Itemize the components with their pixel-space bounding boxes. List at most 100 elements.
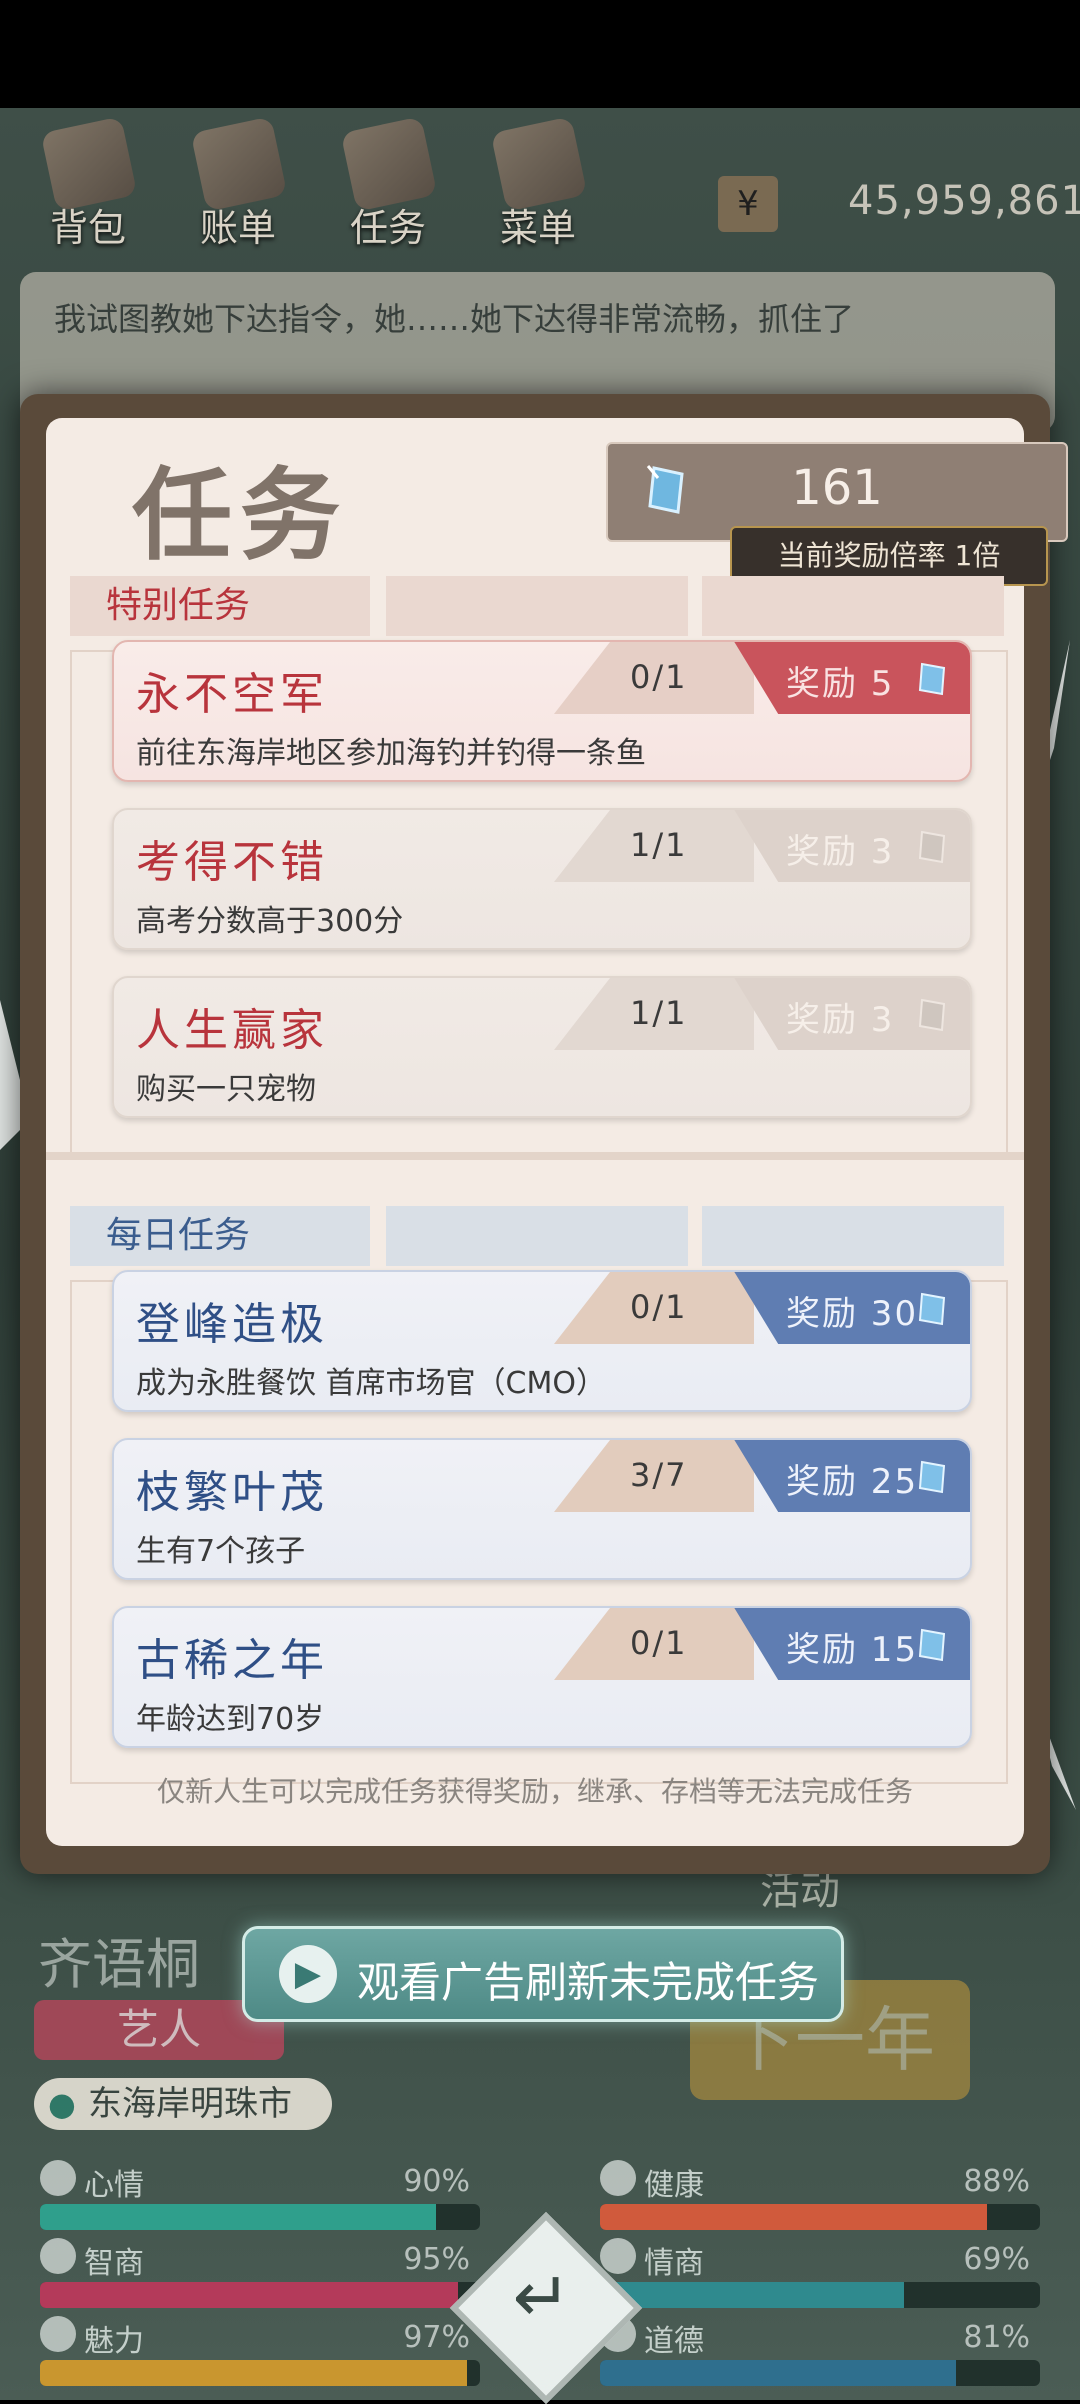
task-reward-text: 奖励 30 bbox=[786, 1294, 919, 1334]
task-progress-text: 0/1 bbox=[630, 1288, 688, 1326]
task-reward-text: 奖励 3 bbox=[786, 1000, 895, 1040]
stat-bar bbox=[600, 2360, 1040, 2386]
play-refresh-icon: ▶ bbox=[279, 1945, 337, 2003]
task-card-daily-2[interactable]: 枝繁叶茂 生有7个孩子 3/7 奖励 25 bbox=[112, 1438, 972, 1580]
stat-fill bbox=[40, 2282, 458, 2308]
task-name: 枝繁叶茂 bbox=[136, 1467, 328, 1518]
daily-tasks-header: 每日任务 bbox=[70, 1206, 1004, 1266]
stat-morality: 道德 81% bbox=[600, 2316, 1040, 2386]
task-desc: 成为永胜餐饮 首席市场官（CMO） bbox=[136, 1366, 606, 1401]
nav-backpack-button[interactable]: 背包 bbox=[28, 116, 148, 258]
task-desc: 生有7个孩子 bbox=[136, 1534, 306, 1569]
task-reward-text: 奖励 5 bbox=[786, 664, 895, 704]
special-tab: 特别任务 bbox=[70, 576, 370, 636]
smile-icon bbox=[40, 2160, 76, 2196]
section-divider bbox=[46, 1152, 1024, 1160]
diamond-icon bbox=[918, 1628, 946, 1662]
stat-percent: 88% bbox=[963, 2164, 1030, 2199]
special-tasks-title: 特别任务 bbox=[106, 585, 251, 626]
location-pin-icon: ● bbox=[48, 2085, 76, 2123]
task-name: 考得不错 bbox=[136, 837, 328, 888]
stat-bar bbox=[600, 2204, 1040, 2230]
task-progress: 1/1 bbox=[554, 978, 754, 1050]
dialog-title: 任务 bbox=[132, 457, 348, 574]
stat-eq: 情商 69% bbox=[600, 2238, 1040, 2308]
task-reward-text: 奖励 3 bbox=[786, 832, 895, 872]
nav-backpack-label: 背包 bbox=[49, 206, 126, 250]
daily-tab: 每日任务 bbox=[70, 1206, 370, 1266]
stat-fill bbox=[600, 2204, 988, 2230]
gem-count: 161 bbox=[791, 460, 883, 516]
stat-percent: 90% bbox=[403, 2164, 470, 2199]
stat-fill bbox=[40, 2360, 467, 2386]
watch-ad-refresh-button[interactable]: ▶ 观看广告刷新未完成任务 bbox=[242, 1926, 844, 2022]
nav-task-button[interactable]: 任务 bbox=[328, 116, 448, 258]
task-card-daily-1[interactable]: 登峰造极 成为永胜餐饮 首席市场官（CMO） 0/1 奖励 30 bbox=[112, 1270, 972, 1412]
task-progress: 1/1 bbox=[554, 810, 754, 882]
stat-bar bbox=[40, 2360, 480, 2386]
story-text: 我试图教她下达指令，她……她下达得非常流畅，抓住了 bbox=[54, 300, 855, 338]
task-note: 仅新人生可以完成任务获得奖励，继承、存档等无法完成任务 bbox=[156, 1775, 913, 1808]
task-name: 登峰造极 bbox=[136, 1299, 328, 1350]
nav-bill-label: 账单 bbox=[199, 206, 276, 250]
stat-name: 道德 bbox=[644, 2324, 704, 2359]
stat-mood: 心情 90% bbox=[40, 2160, 480, 2230]
task-name: 人生赢家 bbox=[136, 1005, 328, 1056]
task-progress: 0/1 bbox=[554, 1272, 754, 1344]
stat-bar bbox=[600, 2282, 1040, 2308]
watch-ad-label: 观看广告刷新未完成任务 bbox=[357, 1958, 820, 2007]
diamond-icon bbox=[918, 662, 946, 696]
task-progress-text: 0/1 bbox=[630, 1624, 688, 1662]
task-desc: 年龄达到70岁 bbox=[136, 1702, 325, 1737]
header-blank-tab bbox=[702, 1206, 1004, 1266]
task-dialog: 任务 161 当前奖励倍率 1倍 特别任务 永不空军 前往东海岸地区参加海钓并钓… bbox=[20, 394, 1068, 1874]
back-arrow-icon: ↵ bbox=[512, 2255, 572, 2338]
task-card-daily-3[interactable]: 古稀之年 年龄达到70岁 0/1 奖励 15 bbox=[112, 1606, 972, 1748]
heart-icon bbox=[600, 2160, 636, 2196]
stat-health: 健康 88% bbox=[600, 2160, 1040, 2230]
task-progress-text: 0/1 bbox=[630, 658, 688, 696]
stat-percent: 97% bbox=[403, 2320, 470, 2355]
task-name: 古稀之年 bbox=[136, 1635, 328, 1686]
task-progress-text: 1/1 bbox=[630, 994, 688, 1032]
bulb-icon bbox=[40, 2238, 76, 2274]
task-reward-text: 奖励 15 bbox=[786, 1630, 919, 1670]
stat-iq: 智商 95% bbox=[40, 2238, 480, 2308]
status-bar bbox=[0, 0, 1080, 108]
header-blank-tab bbox=[386, 576, 688, 636]
nav-menu-button[interactable]: 菜单 bbox=[478, 116, 598, 258]
stat-fill bbox=[40, 2204, 436, 2230]
daily-tasks-title: 每日任务 bbox=[106, 1215, 251, 1256]
nav-bill-button[interactable]: 账单 bbox=[178, 116, 298, 258]
task-progress: 0/1 bbox=[554, 642, 754, 714]
task-desc: 前往东海岸地区参加海钓并钓得一条鱼 bbox=[136, 736, 646, 771]
character-name: 齐语桐 bbox=[38, 1933, 200, 1996]
yen-icon: ¥ bbox=[718, 176, 778, 232]
location-label: 东海岸明珠市 bbox=[88, 2084, 292, 2124]
diamond-icon bbox=[918, 998, 946, 1032]
stat-name: 心情 bbox=[84, 2168, 144, 2203]
task-reward-text: 奖励 25 bbox=[786, 1462, 919, 1502]
special-tasks-header: 特别任务 bbox=[70, 576, 1004, 636]
money-display: ¥ 45,959,861 bbox=[718, 176, 1080, 232]
task-panel: 任务 161 当前奖励倍率 1倍 特别任务 永不空军 前往东海岸地区参加海钓并钓… bbox=[46, 418, 1068, 1846]
diamond-icon bbox=[918, 1292, 946, 1326]
task-progress: 0/1 bbox=[554, 1608, 754, 1680]
top-nav: 背包 账单 任务 菜单 ¥ 45,959,861 bbox=[28, 116, 1080, 268]
task-card-special-2[interactable]: 考得不错 高考分数高于300分 1/1 奖励 3 bbox=[112, 808, 972, 950]
task-desc: 高考分数高于300分 bbox=[136, 904, 404, 939]
task-card-special-1[interactable]: 永不空军 前往东海岸地区参加海钓并钓得一条鱼 0/1 奖励 5 bbox=[112, 640, 972, 782]
stat-name: 情商 bbox=[644, 2246, 704, 2281]
nav-menu-label: 菜单 bbox=[499, 206, 576, 250]
location-badge[interactable]: ● 东海岸明珠市 bbox=[34, 2078, 332, 2130]
money-value: 45,959,861 bbox=[848, 178, 1080, 224]
header-blank-tab bbox=[702, 576, 1004, 636]
task-card-special-3[interactable]: 人生赢家 购买一只宠物 1/1 奖励 3 bbox=[112, 976, 972, 1118]
task-desc: 购买一只宠物 bbox=[136, 1072, 316, 1107]
task-progress-text: 3/7 bbox=[630, 1456, 688, 1494]
task-progress-text: 1/1 bbox=[630, 826, 688, 864]
stat-bar bbox=[40, 2204, 480, 2230]
diamond-icon bbox=[918, 830, 946, 864]
task-progress: 3/7 bbox=[554, 1440, 754, 1512]
stat-name: 健康 bbox=[644, 2168, 704, 2203]
